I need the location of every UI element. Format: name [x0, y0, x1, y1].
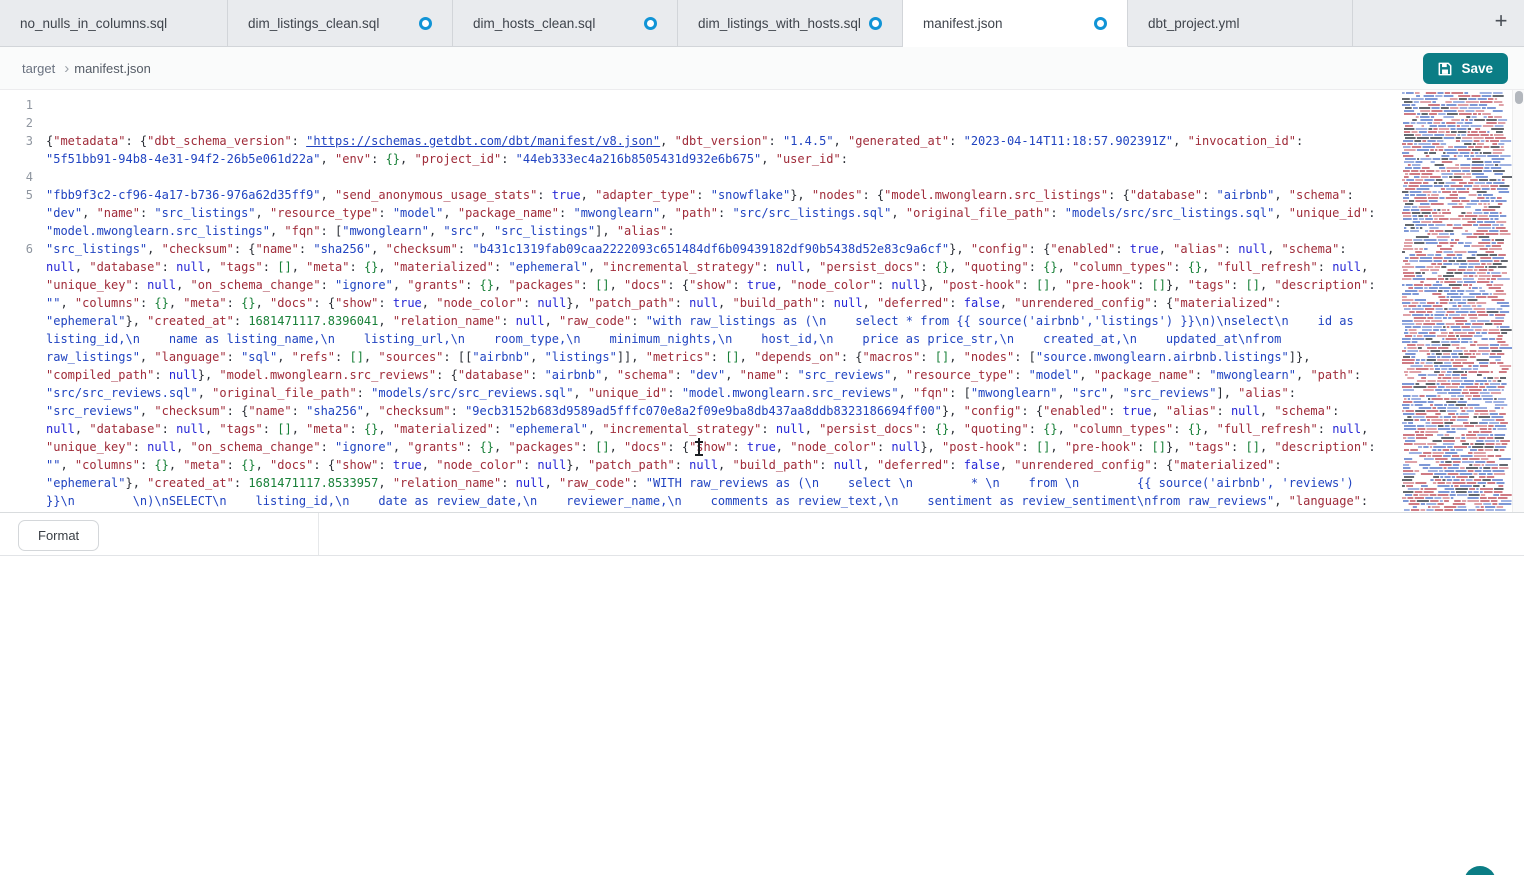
- tab-label: manifest.json: [923, 16, 1003, 31]
- line-content: {"metadata": {"dbt_schema_version": "htt…: [46, 132, 1382, 168]
- line-number: 3: [0, 132, 46, 168]
- line-content: [46, 114, 1382, 132]
- unsaved-indicator-icon[interactable]: [869, 17, 882, 30]
- format-button[interactable]: Format: [18, 520, 99, 551]
- floppy-disk-icon: [1438, 62, 1452, 76]
- tab-label: dim_hosts_clean.sql: [473, 16, 595, 31]
- ibeam-cursor: [694, 441, 704, 456]
- line-content: [46, 168, 1382, 186]
- line-number: 4: [0, 168, 46, 186]
- code-line[interactable]: 1: [0, 96, 1400, 114]
- new-tab-button[interactable]: +: [1488, 9, 1514, 35]
- open-file-tabs: no_nulls_in_columns.sql dim_listings_clea…: [0, 0, 1353, 47]
- line-number: 5: [0, 186, 46, 240]
- tab-label: dim_listings_clean.sql: [248, 16, 379, 31]
- save-button[interactable]: Save: [1423, 53, 1508, 84]
- scrollbar-thumb[interactable]: [1515, 91, 1523, 104]
- line-number: 6: [0, 240, 46, 512]
- unsaved-indicator-icon[interactable]: [1094, 17, 1107, 30]
- save-button-label: Save: [1461, 61, 1493, 76]
- tab-dim_listings_with_hosts.sql[interactable]: dim_listings_with_hosts.sql: [678, 0, 903, 47]
- line-content: [46, 96, 1382, 114]
- code-line[interactable]: 2: [0, 114, 1400, 132]
- code-line[interactable]: 4: [0, 168, 1400, 186]
- unsaved-indicator-icon[interactable]: [644, 17, 657, 30]
- line-number: 2: [0, 114, 46, 132]
- tab-label: dim_listings_with_hosts.sql: [698, 16, 861, 31]
- bottom-toolbar: Format: [0, 512, 1524, 555]
- results-panel: [0, 555, 1524, 875]
- unsaved-indicator-icon[interactable]: [419, 17, 432, 30]
- vertical-scrollbar[interactable]: [1512, 90, 1524, 512]
- panel-divider: [318, 513, 319, 555]
- line-content: "fbb9f3c2-cf96-4a17-b736-976a62d35ff9", …: [46, 186, 1382, 240]
- tab-bar: no_nulls_in_columns.sql dim_listings_clea…: [0, 0, 1524, 47]
- tab-dim_listings_clean.sql[interactable]: dim_listings_clean.sql: [228, 0, 453, 47]
- line-number: 1: [0, 96, 46, 114]
- code-line[interactable]: 6"src_listings", "checksum": {"name": "s…: [0, 240, 1400, 512]
- tab-label: dbt_project.yml: [1148, 16, 1240, 31]
- tab-manifest.json[interactable]: manifest.json: [903, 0, 1128, 47]
- tab-dbt_project.yml[interactable]: dbt_project.yml: [1128, 0, 1353, 47]
- minimap[interactable]: [1400, 90, 1512, 512]
- tab-bar-filler: +: [1353, 0, 1524, 47]
- breadcrumb-folder[interactable]: target: [22, 61, 55, 76]
- tab-dim_hosts_clean.sql[interactable]: dim_hosts_clean.sql: [453, 0, 678, 47]
- ide-window: no_nulls_in_columns.sql dim_listings_clea…: [0, 0, 1524, 875]
- breadcrumb-bar: target › manifest.json Save: [0, 47, 1524, 90]
- line-content: "src_listings", "checksum": {"name": "sh…: [46, 240, 1382, 512]
- code-line[interactable]: 3{"metadata": {"dbt_schema_version": "ht…: [0, 132, 1400, 168]
- breadcrumb-file: manifest.json: [74, 61, 151, 76]
- tab-no_nulls_in_columns.sql[interactable]: no_nulls_in_columns.sql: [0, 0, 228, 47]
- breadcrumb-chevron-icon: ›: [64, 60, 69, 77]
- tab-label: no_nulls_in_columns.sql: [20, 16, 167, 31]
- code-line[interactable]: 5"fbb9f3c2-cf96-4a17-b736-976a62d35ff9",…: [0, 186, 1400, 240]
